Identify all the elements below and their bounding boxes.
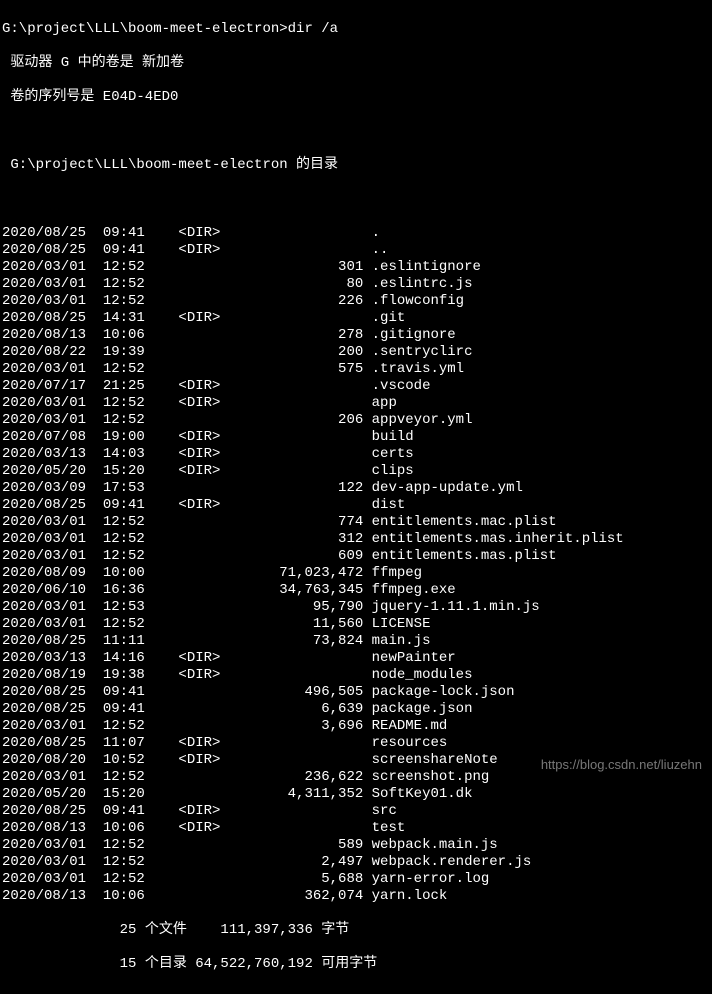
watermark: https://blog.csdn.net/liuzehn xyxy=(541,757,702,772)
list-item: 2020/07/08 19:00 <DIR> build xyxy=(2,429,710,446)
list-item: 2020/08/25 09:41 <DIR> . xyxy=(2,225,710,242)
list-item: 2020/03/01 12:52 5,688 yarn-error.log xyxy=(2,871,710,888)
summary-files: 25 个文件 111,397,336 字节 xyxy=(2,922,710,939)
list-item: 2020/08/25 11:07 <DIR> resources xyxy=(2,735,710,752)
drive-info: 驱动器 G 中的卷是 新加卷 xyxy=(2,55,710,72)
list-item: 2020/03/01 12:52 <DIR> app xyxy=(2,395,710,412)
list-item: 2020/03/01 12:52 226 .flowconfig xyxy=(2,293,710,310)
list-item: 2020/03/01 12:52 589 webpack.main.js xyxy=(2,837,710,854)
list-item: 2020/03/13 14:16 <DIR> newPainter xyxy=(2,650,710,667)
list-item: 2020/03/01 12:52 301 .eslintignore xyxy=(2,259,710,276)
list-item: 2020/07/17 21:25 <DIR> .vscode xyxy=(2,378,710,395)
list-item: 2020/08/25 11:11 73,824 main.js xyxy=(2,633,710,650)
list-item: 2020/03/01 12:53 95,790 jquery-1.11.1.mi… xyxy=(2,599,710,616)
serial-info: 卷的序列号是 E04D-4ED0 xyxy=(2,89,710,106)
command-prompt: G:\project\LLL\boom-meet-electron>dir /a xyxy=(2,21,710,38)
list-item: 2020/03/01 12:52 774 entitlements.mac.pl… xyxy=(2,514,710,531)
list-item: 2020/03/01 12:52 312 entitlements.mas.in… xyxy=(2,531,710,548)
list-item: 2020/08/13 10:06 <DIR> test xyxy=(2,820,710,837)
directory-listing: 2020/08/25 09:41 <DIR> .2020/08/25 09:41… xyxy=(2,225,710,905)
list-item: 2020/08/13 10:06 278 .gitignore xyxy=(2,327,710,344)
list-item: 2020/03/09 17:53 122 dev-app-update.yml xyxy=(2,480,710,497)
list-item: 2020/08/25 09:41 6,639 package.json xyxy=(2,701,710,718)
directory-of: G:\project\LLL\boom-meet-electron 的目录 xyxy=(2,157,710,174)
list-item: 2020/05/20 15:20 4,311,352 SoftKey01.dk xyxy=(2,786,710,803)
list-item: 2020/08/13 10:06 362,074 yarn.lock xyxy=(2,888,710,905)
list-item: 2020/03/01 12:52 80 .eslintrc.js xyxy=(2,276,710,293)
list-item: 2020/03/01 12:52 3,696 README.md xyxy=(2,718,710,735)
blank-line xyxy=(2,191,710,208)
list-item: 2020/08/25 09:41 <DIR> dist xyxy=(2,497,710,514)
list-item: 2020/03/01 12:52 2,497 webpack.renderer.… xyxy=(2,854,710,871)
list-item: 2020/08/19 19:38 <DIR> node_modules xyxy=(2,667,710,684)
list-item: 2020/03/01 12:52 206 appveyor.yml xyxy=(2,412,710,429)
list-item: 2020/03/01 12:52 11,560 LICENSE xyxy=(2,616,710,633)
list-item: 2020/03/13 14:03 <DIR> certs xyxy=(2,446,710,463)
list-item: 2020/08/22 19:39 200 .sentryclirc xyxy=(2,344,710,361)
list-item: 2020/08/25 09:41 496,505 package-lock.js… xyxy=(2,684,710,701)
summary-dirs: 15 个目录 64,522,760,192 可用字节 xyxy=(2,956,710,973)
list-item: 2020/08/25 09:41 <DIR> src xyxy=(2,803,710,820)
list-item: 2020/08/09 10:00 71,023,472 ffmpeg xyxy=(2,565,710,582)
blank-line xyxy=(2,123,710,140)
list-item: 2020/06/10 16:36 34,763,345 ffmpeg.exe xyxy=(2,582,710,599)
list-item: 2020/08/25 14:31 <DIR> .git xyxy=(2,310,710,327)
terminal-output[interactable]: G:\project\LLL\boom-meet-electron>dir /a… xyxy=(0,0,712,994)
list-item: 2020/03/01 12:52 609 entitlements.mas.pl… xyxy=(2,548,710,565)
list-item: 2020/05/20 15:20 <DIR> clips xyxy=(2,463,710,480)
list-item: 2020/08/25 09:41 <DIR> .. xyxy=(2,242,710,259)
list-item: 2020/03/01 12:52 575 .travis.yml xyxy=(2,361,710,378)
